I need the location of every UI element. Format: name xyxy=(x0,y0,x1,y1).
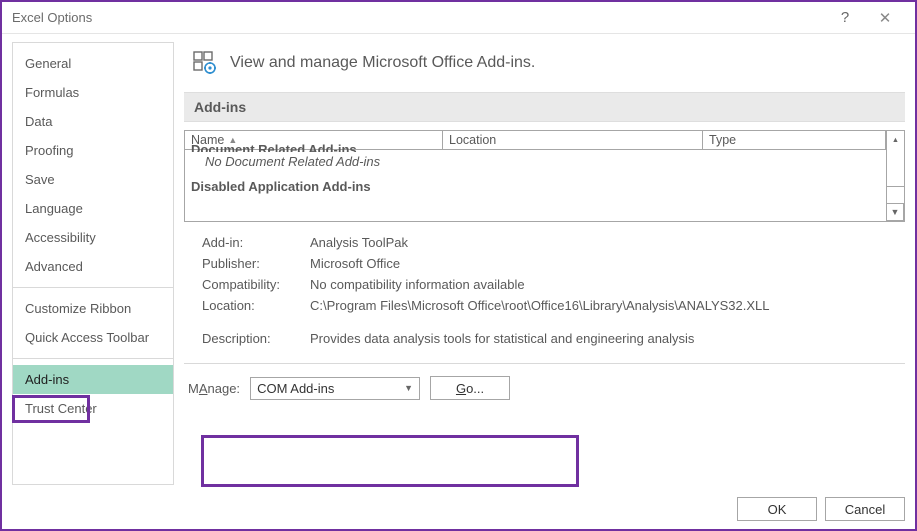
sidebar-item-data[interactable]: Data xyxy=(13,107,173,136)
detail-addin-label: Add-in: xyxy=(202,235,310,250)
sidebar-item-addins[interactable]: Add-ins xyxy=(13,365,173,394)
sidebar-item-language[interactable]: Language xyxy=(13,194,173,223)
manage-label: MAnage: xyxy=(188,381,240,396)
addin-details: Add-in:Analysis ToolPak Publisher:Micros… xyxy=(184,232,905,349)
scrollbar-thumb[interactable] xyxy=(886,186,905,204)
manage-select[interactable]: COM Add-ins ▼ xyxy=(250,377,420,400)
sidebar-item-formulas[interactable]: Formulas xyxy=(13,78,173,107)
manage-select-value: COM Add-ins xyxy=(257,381,334,396)
manage-row: MAnage: COM Add-ins ▼ Go... xyxy=(184,372,905,404)
titlebar: Excel Options ? ✕ xyxy=(2,2,915,34)
ok-button[interactable]: OK xyxy=(737,497,817,521)
sidebar-item-proofing[interactable]: Proofing xyxy=(13,136,173,165)
addins-list[interactable]: Document Related Add-ins No Document Rel… xyxy=(184,142,905,222)
sidebar-item-advanced[interactable]: Advanced xyxy=(13,252,173,281)
sidebar-item-save[interactable]: Save xyxy=(13,165,173,194)
chevron-down-icon: ▼ xyxy=(404,383,413,393)
dialog-footer: OK Cancel xyxy=(2,491,915,529)
excel-options-dialog: Excel Options ? ✕ General Formulas Data … xyxy=(0,0,917,531)
sidebar: General Formulas Data Proofing Save Lang… xyxy=(12,42,174,485)
sidebar-item-general[interactable]: General xyxy=(13,49,173,78)
sidebar-divider xyxy=(13,358,173,359)
go-button[interactable]: Go... xyxy=(430,376,510,400)
detail-publisher-label: Publisher: xyxy=(202,256,310,271)
sidebar-item-accessibility[interactable]: Accessibility xyxy=(13,223,173,252)
dialog-body: General Formulas Data Proofing Save Lang… xyxy=(2,34,915,491)
no-document-addins-note: No Document Related Add-ins xyxy=(191,152,904,171)
addins-table: Name▲ Location Type ▲ Document Related A… xyxy=(184,130,905,222)
help-icon[interactable]: ? xyxy=(825,9,865,26)
detail-publisher-value: Microsoft Office xyxy=(310,256,901,271)
detail-location-value: C:\Program Files\Microsoft Office\root\O… xyxy=(310,298,901,313)
detail-compat-label: Compatibility: xyxy=(202,277,310,292)
window-title: Excel Options xyxy=(12,10,825,25)
detail-addin-value: Analysis ToolPak xyxy=(310,235,901,250)
sidebar-divider xyxy=(13,287,173,288)
group-disabled: Disabled Application Add-ins xyxy=(191,171,904,194)
panel-heading-text: View and manage Microsoft Office Add-ins… xyxy=(230,54,535,72)
main-panel: View and manage Microsoft Office Add-ins… xyxy=(184,42,905,485)
group-document-related: Document Related Add-ins xyxy=(191,142,904,152)
cancel-button[interactable]: Cancel xyxy=(825,497,905,521)
sidebar-item-trust-center[interactable]: Trust Center xyxy=(13,394,173,423)
sidebar-item-qat[interactable]: Quick Access Toolbar xyxy=(13,323,173,352)
scrollbar[interactable] xyxy=(886,142,904,203)
separator xyxy=(184,363,905,364)
detail-location-label: Location: xyxy=(202,298,310,313)
detail-desc-label: Description: xyxy=(202,331,310,346)
detail-compat-value: No compatibility information available xyxy=(310,277,901,292)
addins-gear-icon xyxy=(190,48,220,78)
panel-heading: View and manage Microsoft Office Add-ins… xyxy=(184,42,905,92)
scroll-down-icon[interactable]: ▼ xyxy=(886,203,904,221)
section-header: Add-ins xyxy=(184,92,905,122)
sidebar-item-customize-ribbon[interactable]: Customize Ribbon xyxy=(13,294,173,323)
close-icon[interactable]: ✕ xyxy=(865,9,905,27)
detail-desc-value: Provides data analysis tools for statist… xyxy=(310,331,901,346)
